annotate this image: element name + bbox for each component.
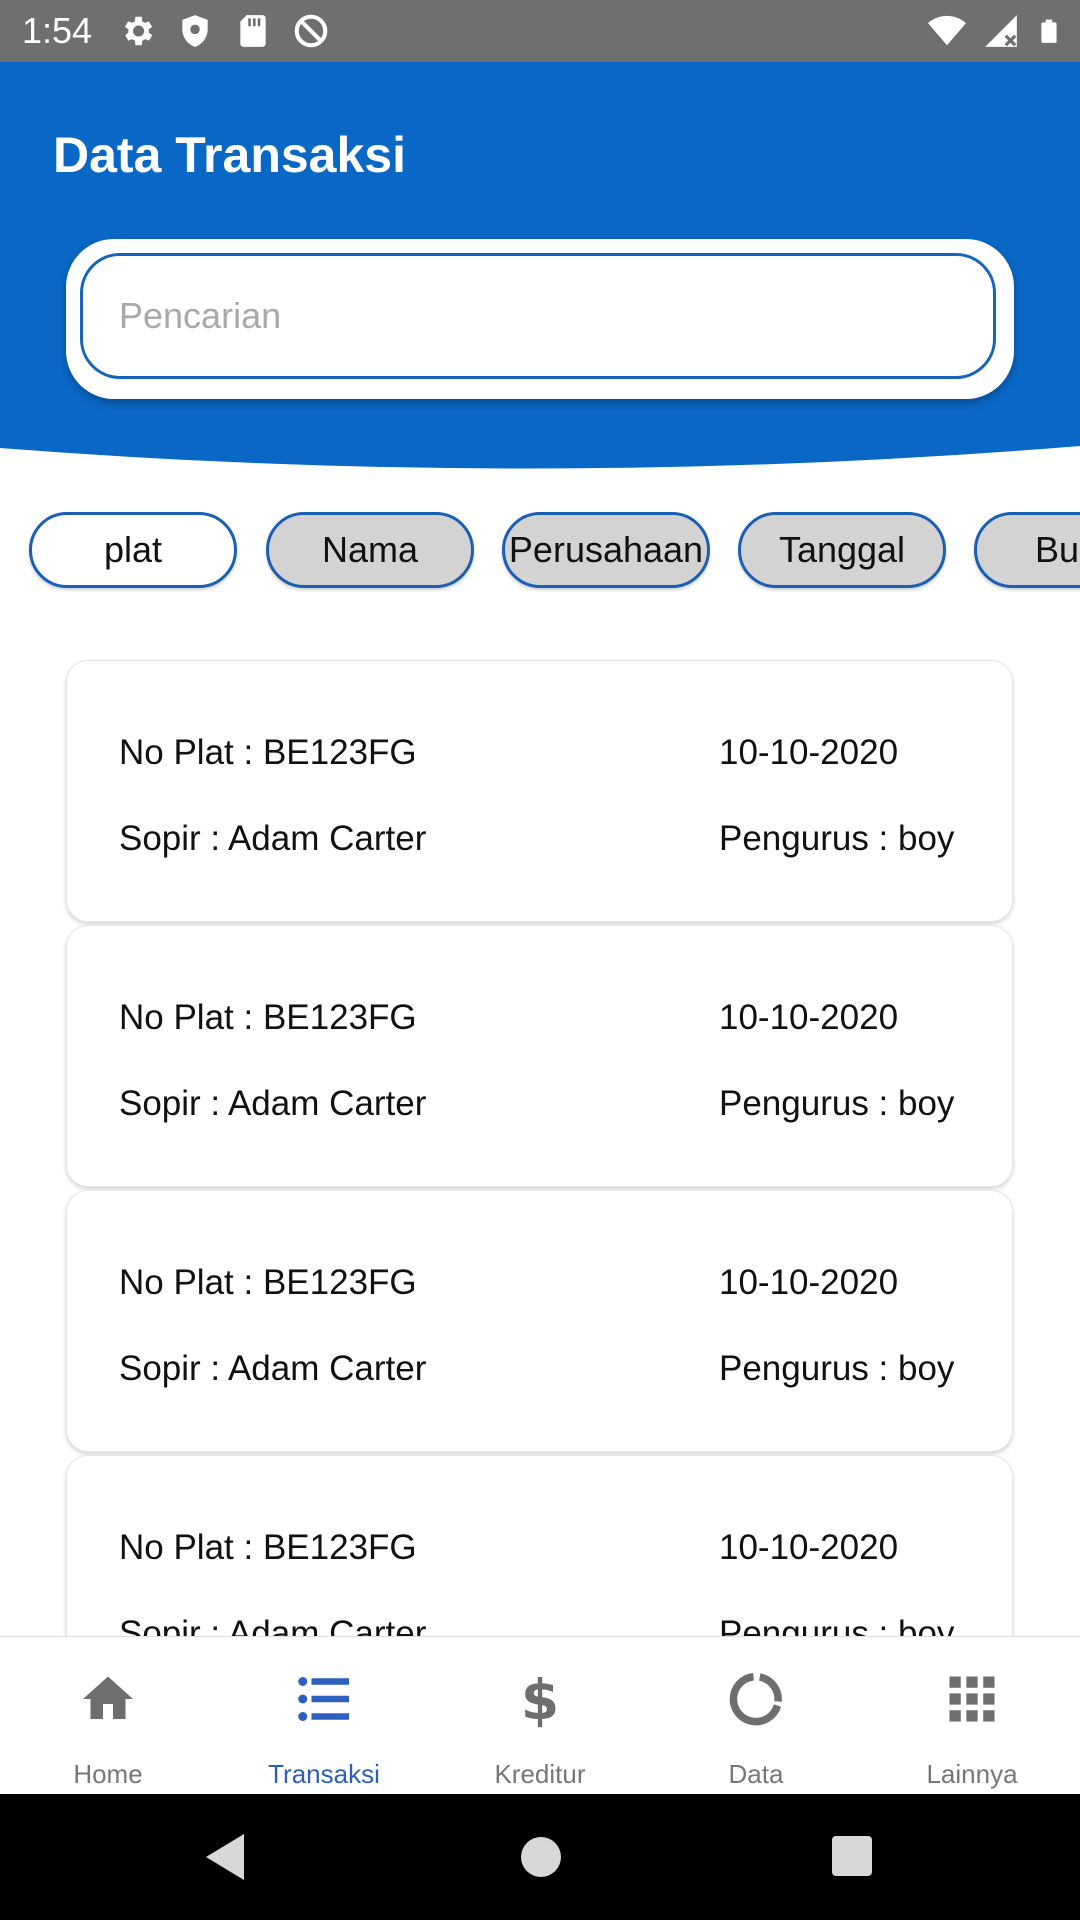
search-input[interactable] <box>80 253 996 379</box>
card-date: 10-10-2020 <box>719 733 899 772</box>
wifi-icon <box>928 15 966 46</box>
donut-chart-icon <box>729 1673 782 1726</box>
chip-perusahaan[interactable]: Perusahaan <box>502 512 710 588</box>
signal-icon <box>985 15 1017 47</box>
nav-label-lainnya: Lainnya <box>926 1759 1018 1789</box>
card-date: 10-10-2020 <box>719 998 899 1037</box>
card-sopir: Sopir : Adam Carter <box>119 1084 427 1123</box>
chip-bu[interactable]: Bu <box>974 512 1080 588</box>
card-no-plat: No Plat : BE123FG <box>119 733 417 772</box>
home-circle-icon[interactable] <box>516 1832 566 1882</box>
home-icon <box>83 1676 133 1719</box>
sd-card-icon <box>240 15 266 47</box>
list-icon <box>298 1677 349 1721</box>
no-sync-icon <box>294 14 328 48</box>
nav-item-home[interactable]: Home <box>0 1637 216 1795</box>
nav-label-kreditur: Kreditur <box>494 1759 586 1789</box>
shield-icon <box>182 15 208 47</box>
gear-icon <box>124 16 153 46</box>
transaction-card[interactable]: No Plat : BE123FG 10-10-2020 Sopir : Ada… <box>66 925 1013 1187</box>
nav-item-data[interactable]: Data <box>648 1637 864 1795</box>
status-right-icons <box>928 12 1062 50</box>
card-pengurus: Pengurus : boy <box>719 1349 955 1388</box>
card-pengurus: Pengurus : boy <box>719 819 955 858</box>
card-no-plat: No Plat : BE123FG <box>119 1263 417 1302</box>
chip-nama[interactable]: Nama <box>266 512 474 588</box>
card-sopir: Sopir : Adam Carter <box>119 819 427 858</box>
status-time: 1:54 <box>22 10 93 51</box>
recents-icon[interactable] <box>828 1832 876 1880</box>
apps-grid-icon <box>949 1676 995 1722</box>
card-sopir: Sopir : Adam Carter <box>119 1349 427 1388</box>
status-bar: 1:54 <box>0 0 1080 62</box>
nav-label-data: Data <box>728 1759 784 1789</box>
card-no-plat: No Plat : BE123FG <box>119 998 417 1037</box>
nav-label-home: Home <box>73 1759 143 1789</box>
filter-chips: plat Nama Perusahaan Tanggal Bu <box>0 510 1080 592</box>
back-icon[interactable] <box>200 1830 250 1884</box>
bottom-nav: Home Transaksi $ Kreditur Data Lainnya <box>0 1636 1080 1795</box>
chip-plat[interactable]: plat <box>29 512 237 588</box>
card-sopir: Sopir : Adam Carter <box>119 1614 427 1636</box>
nav-item-kreditur[interactable]: $ Kreditur <box>432 1637 648 1795</box>
card-pengurus: Pengurus : boy <box>719 1614 955 1636</box>
card-pengurus: Pengurus : boy <box>719 1084 955 1123</box>
card-date: 10-10-2020 <box>719 1263 899 1302</box>
nav-label-transaksi: Transaksi <box>268 1759 380 1789</box>
transaction-card[interactable]: No Plat : BE123FG 10-10-2020 Sopir : Ada… <box>66 660 1013 922</box>
dollar-icon: $ <box>521 1669 559 1729</box>
transaction-card[interactable]: No Plat : BE123FG 10-10-2020 Sopir : Ada… <box>66 1190 1013 1452</box>
chip-tanggal[interactable]: Tanggal <box>738 512 946 588</box>
card-date: 10-10-2020 <box>719 1528 899 1567</box>
battery-icon <box>1041 19 1057 43</box>
search-container <box>66 239 1014 399</box>
page-title: Data Transaksi <box>53 127 406 183</box>
nav-item-lainnya[interactable]: Lainnya <box>864 1637 1080 1795</box>
svg-text:$: $ <box>521 1669 559 1729</box>
card-no-plat: No Plat : BE123FG <box>119 1528 417 1567</box>
transaction-card[interactable]: No Plat : BE123FG 10-10-2020 Sopir : Ada… <box>66 1455 1013 1636</box>
nav-item-transaksi[interactable]: Transaksi <box>216 1637 432 1795</box>
header: Data Transaksi <box>0 62 1080 482</box>
system-nav-bar <box>0 1794 1080 1920</box>
status-left-icons <box>118 12 330 50</box>
transaction-list: No Plat : BE123FG 10-10-2020 Sopir : Ada… <box>0 656 1080 1636</box>
